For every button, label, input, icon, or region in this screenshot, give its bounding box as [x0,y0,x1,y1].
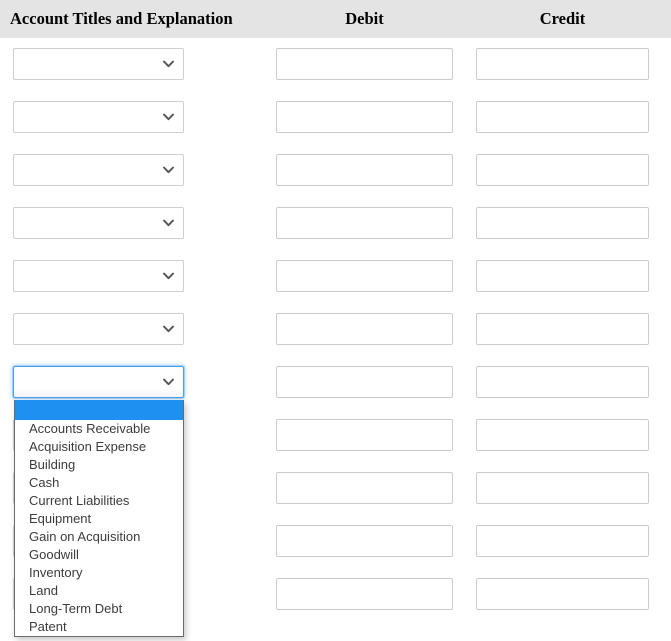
debit-input-row-1[interactable] [276,48,453,80]
table-row [0,260,671,304]
table-row [0,207,671,251]
credit-input-row-11[interactable] [476,578,649,610]
account-title-select-row-2[interactable] [13,101,184,133]
debit-input-row-3[interactable] [276,154,453,186]
chevron-down-icon [163,325,174,333]
table-row [0,154,671,198]
dropdown-option-4[interactable]: Cash [15,474,183,492]
account-title-select-row-4[interactable] [13,207,184,239]
account-title-select-row-5[interactable] [13,260,184,292]
chevron-down-icon [163,219,174,227]
dropdown-option-6[interactable]: Equipment [15,510,183,528]
dropdown-option-12[interactable]: Patent [15,618,183,636]
account-title-dropdown-list[interactable]: Accounts Receivable Acquisition Expense Bu… [14,400,184,637]
chevron-down-icon [163,60,174,68]
debit-input-row-5[interactable] [276,260,453,292]
debit-input-row-2[interactable] [276,101,453,133]
dropdown-option-0[interactable] [15,400,183,420]
table-row [0,101,671,145]
journal-entry-form: Account Titles and Explanation Debit Cre… [0,0,671,641]
credit-input-row-3[interactable] [476,154,649,186]
credit-input-row-9[interactable] [476,472,649,504]
credit-input-row-7[interactable] [476,366,649,398]
dropdown-option-11[interactable]: Long-Term Debt [15,600,183,618]
debit-input-row-11[interactable] [276,578,453,610]
dropdown-option-3[interactable]: Building [15,456,183,474]
table-header-row: Account Titles and Explanation Debit Cre… [0,0,671,38]
dropdown-option-1[interactable]: Accounts Receivable [15,420,183,438]
account-title-select-row-6[interactable] [13,313,184,345]
chevron-down-icon [163,272,174,280]
dropdown-option-9[interactable]: Inventory [15,564,183,582]
credit-input-row-1[interactable] [476,48,649,80]
debit-input-row-4[interactable] [276,207,453,239]
debit-input-row-8[interactable] [276,419,453,451]
chevron-down-icon [163,378,174,386]
column-header-account-titles: Account Titles and Explanation [10,9,233,28]
dropdown-option-7[interactable]: Gain on Acquisition [15,528,183,546]
credit-input-row-4[interactable] [476,207,649,239]
credit-input-row-8[interactable] [476,419,649,451]
column-header-debit: Debit [345,9,384,28]
column-header-credit: Credit [539,9,586,28]
dropdown-option-2[interactable]: Acquisition Expense [15,438,183,456]
debit-input-row-7[interactable] [276,366,453,398]
credit-input-row-2[interactable] [476,101,649,133]
account-title-select-row-3[interactable] [13,154,184,186]
debit-input-row-6[interactable] [276,313,453,345]
credit-input-row-5[interactable] [476,260,649,292]
dropdown-option-10[interactable]: Land [15,582,183,600]
dropdown-option-5[interactable]: Current Liabilities [15,492,183,510]
table-row [0,313,671,357]
debit-input-row-9[interactable] [276,472,453,504]
credit-input-row-6[interactable] [476,313,649,345]
dropdown-option-8[interactable]: Goodwill [15,546,183,564]
account-title-select-row-7[interactable] [13,366,184,398]
account-title-select-row-1[interactable] [13,48,184,80]
credit-input-row-10[interactable] [476,525,649,557]
debit-input-row-10[interactable] [276,525,453,557]
table-row [0,48,671,92]
chevron-down-icon [163,166,174,174]
chevron-down-icon [163,113,174,121]
